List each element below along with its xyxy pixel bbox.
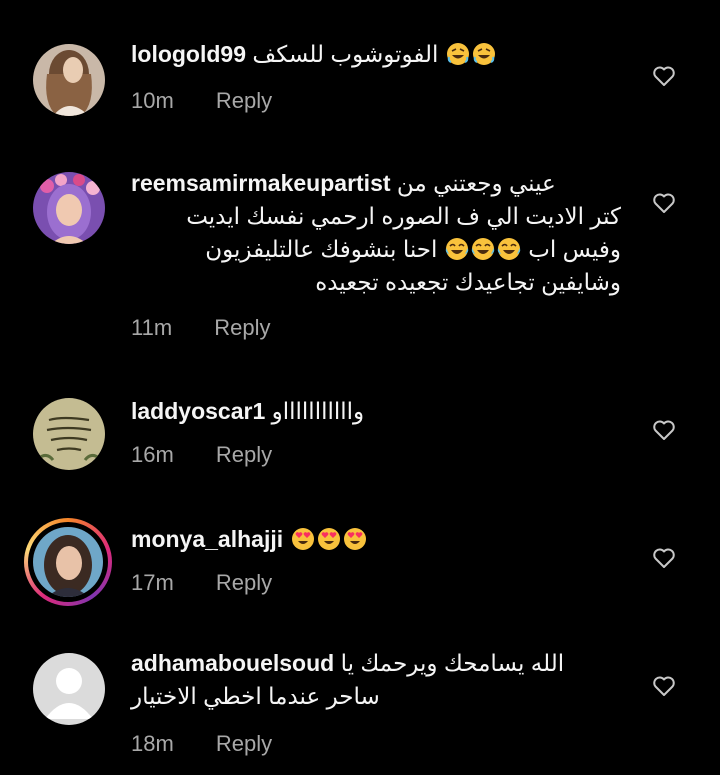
reply-button[interactable]: Reply: [214, 315, 270, 340]
joy-emoji: [471, 237, 495, 261]
comment-body-line: وشايفين تجاعيدك تجعيده تجعيده: [315, 269, 621, 295]
avatar[interactable]: [33, 653, 105, 725]
comment-body-part: احنا بنشوفك عالتليفزيون: [205, 236, 438, 262]
like-heart-icon[interactable]: [652, 65, 676, 87]
comment-text: reemsamirmakeupartist عيني وجعتني من كتر…: [131, 167, 621, 299]
timestamp: 18m: [131, 731, 174, 756]
heart-eyes-emoji: [291, 527, 315, 551]
comment-text: laddyoscar1 واااااااااااو: [131, 395, 621, 428]
avatar[interactable]: [33, 44, 105, 116]
username[interactable]: reemsamirmakeupartist: [131, 170, 391, 196]
comment-meta: 16m Reply: [131, 442, 272, 468]
avatar: [33, 527, 103, 597]
comment-body-line: وفيس اب احنا بنشوفك عالتليفزيون: [131, 233, 621, 266]
comment-body: واااااااااااو: [271, 398, 365, 424]
comment-meta: 11m Reply: [131, 315, 271, 341]
like-heart-icon[interactable]: [652, 675, 676, 697]
joy-emoji: [497, 237, 521, 261]
timestamp: 17m: [131, 570, 174, 595]
comment-body-line: ساحر عندما اخطي الاختيار: [131, 683, 380, 709]
comment-body-line: الله يسامحك ويرحمك يا: [340, 650, 565, 676]
like-heart-icon[interactable]: [652, 547, 676, 569]
comment-body-line: عيني وجعتني من: [396, 170, 556, 196]
username[interactable]: lologold99: [131, 41, 246, 67]
joy-emoji: [445, 237, 469, 261]
comment-meta: 18m Reply: [131, 731, 272, 757]
like-heart-icon[interactable]: [652, 419, 676, 441]
story-ring[interactable]: [24, 518, 112, 606]
comment-text: adhamabouelsoud الله يسامحك ويرحمك يا سا…: [131, 647, 613, 713]
comment-text: monya_alhajji: [131, 523, 621, 556]
reply-button[interactable]: Reply: [216, 88, 272, 113]
reply-button[interactable]: Reply: [216, 570, 272, 595]
reply-button[interactable]: Reply: [216, 731, 272, 756]
heart-eyes-emoji: [343, 527, 367, 551]
comment-meta: 10m Reply: [131, 88, 272, 114]
comment-body: الفوتوشوب للسكف: [252, 41, 439, 67]
rofl-emoji: [472, 42, 496, 66]
username[interactable]: monya_alhajji: [131, 526, 283, 552]
comment-text: lologold99 الفوتوشوب للسكف: [131, 38, 621, 71]
avatar[interactable]: [33, 172, 105, 244]
timestamp: 11m: [131, 315, 173, 340]
reply-button[interactable]: Reply: [216, 442, 272, 467]
username[interactable]: laddyoscar1: [131, 398, 265, 424]
comment-body-part: وفيس اب: [528, 236, 621, 262]
story-ring-gap: [28, 522, 108, 602]
timestamp: 10m: [131, 88, 174, 113]
username[interactable]: adhamabouelsoud: [131, 650, 334, 676]
heart-eyes-emoji: [317, 527, 341, 551]
avatar[interactable]: [33, 398, 105, 470]
comment-body-line: كتر الاديت الي ف الصوره ارحمي نفسك ايديت: [186, 203, 621, 229]
like-heart-icon[interactable]: [652, 192, 676, 214]
comment-meta: 17m Reply: [131, 570, 272, 596]
rofl-emoji: [446, 42, 470, 66]
timestamp: 16m: [131, 442, 174, 467]
